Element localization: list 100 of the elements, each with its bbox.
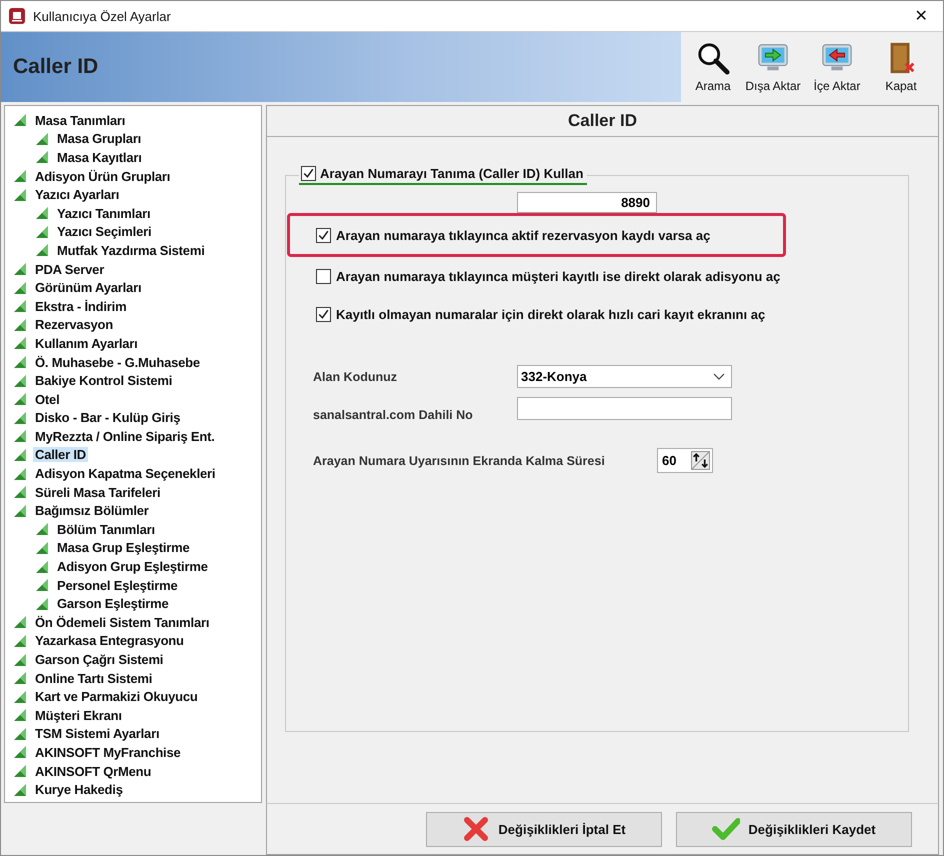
tree-item[interactable]: Masa Tanımları [33,112,128,128]
tree-item[interactable]: Bağımsız Bölümler [33,503,151,518]
toolbar-button[interactable]: İçe Aktar [805,32,869,102]
tree-item[interactable]: Adisyon Grup Eşleştirme [55,559,210,574]
toolbar-button[interactable]: Dışa Aktar [741,32,805,102]
triangle-icon [13,299,27,314]
checkbox[interactable] [316,228,331,242]
tree-item[interactable]: MyRezzta / Online Sipariş Ent. [33,428,217,444]
triangle-icon [13,169,27,184]
tree-item[interactable]: Disko - Bar - Kulüp Giriş [33,410,182,426]
triangle-icon [13,708,27,722]
cancel-button[interactable]: Değişiklikleri İptal Et [426,812,662,846]
tree-item[interactable]: Otel [33,392,62,407]
spinner-field[interactable]: 60 [657,448,713,473]
triangle-icon [13,280,27,295]
triangle-icon [13,113,27,128]
close-button[interactable]: ✕ [899,1,943,31]
triangle-icon [35,206,49,220]
tree-item[interactable]: Masa Kayıtları [55,150,144,165]
search-icon [696,41,730,75]
tree-item[interactable]: AKINSOFT MyFranchise [33,744,183,760]
triangle-icon [13,485,27,500]
triangle-icon [35,224,49,239]
chevron-down-icon [713,372,725,380]
triangle-icon [13,355,27,370]
triangle-icon [13,410,27,425]
tree-item[interactable]: Yazıcı Tanımları [55,206,152,221]
triangle-icon [13,726,27,741]
tree-item[interactable]: TSM Sistemi Ayarları [33,726,162,742]
checkbox-label: Arayan numaraya tıklayınca aktif rezervasyon kaydı varsa aç [336,228,710,242]
number-field[interactable]: 8890 [517,192,657,213]
app-icon [9,8,25,24]
checkbox-label: Arayan numaraya tıklayınca müşteri kayıtlı ise direkt olarak adisyonu aç [336,268,780,284]
triangle-icon [35,540,49,555]
tree-item[interactable]: Kullanım Ayarları [33,336,140,351]
triangle-icon [13,448,27,462]
header-title: Caller ID [13,55,98,79]
save-button[interactable]: Değişiklikleri Kaydet [676,812,912,846]
tree-item[interactable]: Ekstra - İndirim [33,298,128,314]
tree-item[interactable]: Yazıcı Ayarları [33,187,122,202]
tree-item[interactable]: Adisyon Kapatma Seçenekleri [33,466,218,482]
up-down-arrows-icon[interactable] [691,451,710,470]
check-icon [712,815,740,843]
tree-item[interactable]: Yazarkasa Entegrasyonu [33,633,186,648]
field-label: sanalsantral.com Dahili No [313,407,474,422]
triangle-icon [13,188,27,202]
checkbox[interactable] [316,268,331,284]
triangle-icon [13,764,27,778]
triangle-icon [35,560,49,574]
tree-item[interactable]: Masa Grupları [55,131,144,146]
tree-item[interactable]: Müşteri Ekranı [33,708,124,723]
tree-item[interactable]: Personel Eşleştirme [55,578,180,593]
tree-item[interactable]: Süreli Masa Tarifeleri [33,484,162,500]
tree-item[interactable]: Ön Ödemeli Sistem Tanımları [33,614,212,630]
triangle-icon [35,522,49,536]
tree-item[interactable]: Kart ve Parmakizi Okuyucu [33,689,200,704]
tree-item[interactable]: Görünüm Ayarları [33,280,144,296]
triangle-icon [35,596,49,611]
triangle-icon [35,578,49,592]
triangle-icon [13,652,27,667]
triangle-icon [13,392,27,406]
triangle-icon [35,243,49,258]
tree-item[interactable]: Rezervasyon [33,317,116,332]
tree-item[interactable]: Garson Çağrı Sistemi [33,652,166,668]
triangle-icon [13,671,27,686]
tree-item[interactable]: Online Tartı Sistemi [33,670,154,686]
triangle-icon [13,615,27,630]
checkbox-label: Kayıtlı olmayan numaralar için direkt olarak hızlı cari kayıt ekranını aç [336,306,766,322]
tree-item[interactable]: Adisyon Ürün Grupları [33,168,172,184]
tree-item[interactable]: Caller ID [33,447,88,462]
area-code-dropdown[interactable]: 332-Konya [517,365,732,388]
triangle-icon [13,429,27,444]
input-field[interactable] [517,396,732,420]
checkbox[interactable] [316,306,331,322]
triangle-icon [13,690,27,704]
window-title: Kullanıcıya Özel Ayarlar [33,8,172,24]
tree-item[interactable]: Mutfak Yazdırma Sistemi [55,242,207,258]
field-label: Arayan Numara Uyarısının Ekranda Kalma Süresi [313,454,606,468]
field-label: Alan Kodunuz [313,370,398,384]
tree-item[interactable]: Masa Grup Eşleştirme [55,540,192,556]
tree-item[interactable]: Kurye Hakediş [33,782,125,798]
triangle-icon [13,745,27,760]
tree-item[interactable]: Bölüm Tanımları [55,522,157,537]
cross-icon [462,815,490,843]
tree-item[interactable]: Garson Eşleştirme [55,596,170,612]
triangle-icon [13,466,27,481]
tree-item[interactable]: AKINSOFT QrMenu [33,764,154,779]
triangle-icon [13,504,27,518]
triangle-icon [13,374,27,388]
triangle-icon [13,782,27,797]
triangle-icon [35,132,49,146]
tree-item[interactable]: PDA Server [33,262,106,277]
tree-item[interactable]: Bakiye Kontrol Sistemi [33,373,174,388]
group-checkbox[interactable]: Arayan Numarayı Tanıma (Caller ID) Kullan [299,166,588,185]
tree-item[interactable]: Ö. Muhasebe - G.Muhasebe [33,354,202,370]
toolbar-button[interactable]: Kapat [869,32,933,102]
toolbar-button[interactable]: Arama [685,32,741,102]
triangle-icon [13,336,27,350]
tree-item[interactable]: Yazıcı Seçimleri [55,224,154,240]
checkbox[interactable] [301,166,316,181]
